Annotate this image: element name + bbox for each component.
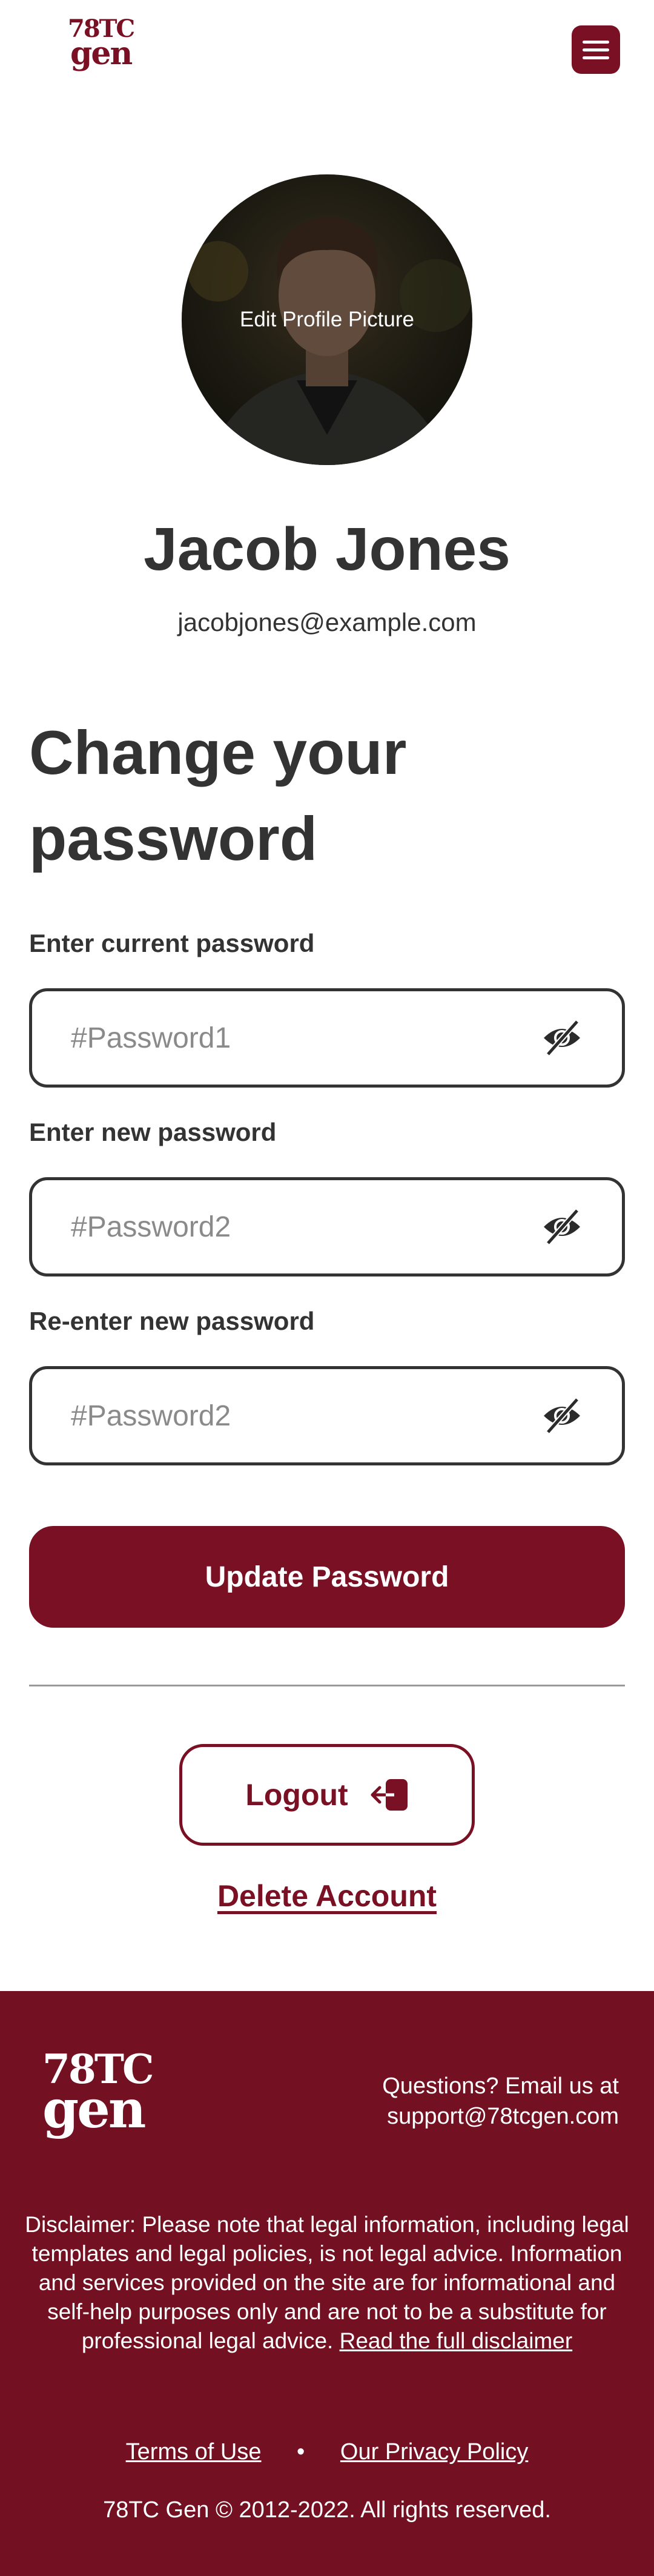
section-divider <box>29 1685 625 1686</box>
link-separator: • <box>297 2439 305 2465</box>
eye-slash-icon[interactable] <box>541 1395 583 1437</box>
contact-line1: Questions? Email us at <box>382 2073 619 2099</box>
privacy-policy-link[interactable]: Our Privacy Policy <box>340 2439 528 2465</box>
new-password-field[interactable] <box>29 1177 625 1276</box>
update-password-button[interactable]: Update Password <box>29 1526 625 1628</box>
current-password-field[interactable] <box>29 988 625 1088</box>
support-email-link[interactable]: support@78tcgen.com <box>382 2101 619 2132</box>
confirm-password-field[interactable] <box>29 1366 625 1465</box>
change-password-title: Change your password <box>29 710 514 882</box>
title-line1: Change your <box>29 718 407 787</box>
new-password-label: Enter new password <box>29 1118 277 1146</box>
delete-account-link[interactable]: Delete Account <box>0 1878 654 1914</box>
site-footer: 78TC gen Questions? Email us at support@… <box>0 1991 654 2576</box>
footer-logo[interactable]: 78TC gen <box>42 2049 154 2141</box>
footer-disclaimer: Disclaimer: Please note that legal infor… <box>24 2210 630 2356</box>
confirm-password-label: Re-enter new password <box>29 1307 315 1335</box>
logo-line2: gen <box>70 35 133 72</box>
profile-picture[interactable]: Edit Profile Picture <box>182 174 472 465</box>
current-password-input[interactable] <box>71 991 531 1085</box>
logout-icon <box>371 1779 408 1811</box>
hamburger-menu-icon[interactable] <box>572 25 620 74</box>
terms-of-use-link[interactable]: Terms of Use <box>126 2439 262 2465</box>
eye-slash-icon[interactable] <box>541 1017 583 1059</box>
footer-contact: Questions? Email us at support@78tcgen.c… <box>382 2071 619 2132</box>
read-disclaimer-link[interactable]: Read the full disclaimer <box>340 2328 573 2353</box>
eye-slash-icon[interactable] <box>541 1206 583 1248</box>
copyright: 78TC Gen © 2012-2022. All rights reserve… <box>103 2497 551 2523</box>
logout-button[interactable]: Logout <box>179 1744 475 1846</box>
title-line2: password <box>29 804 318 873</box>
footer-logo-line2: gen <box>42 2079 146 2141</box>
edit-profile-picture-label[interactable]: Edit Profile Picture <box>182 174 472 465</box>
confirm-password-input[interactable] <box>71 1369 531 1462</box>
brand-logo[interactable]: 78TC gen <box>68 17 135 72</box>
current-password-label: Enter current password <box>29 929 315 957</box>
logout-label: Logout <box>245 1778 348 1812</box>
user-email: jacobjones@example.com <box>177 608 477 636</box>
site-header: 78TC gen <box>0 0 654 97</box>
footer-links: Terms of Use • Our Privacy Policy <box>0 2439 654 2465</box>
new-password-input[interactable] <box>71 1180 531 1273</box>
user-name: Jacob Jones <box>144 515 510 583</box>
